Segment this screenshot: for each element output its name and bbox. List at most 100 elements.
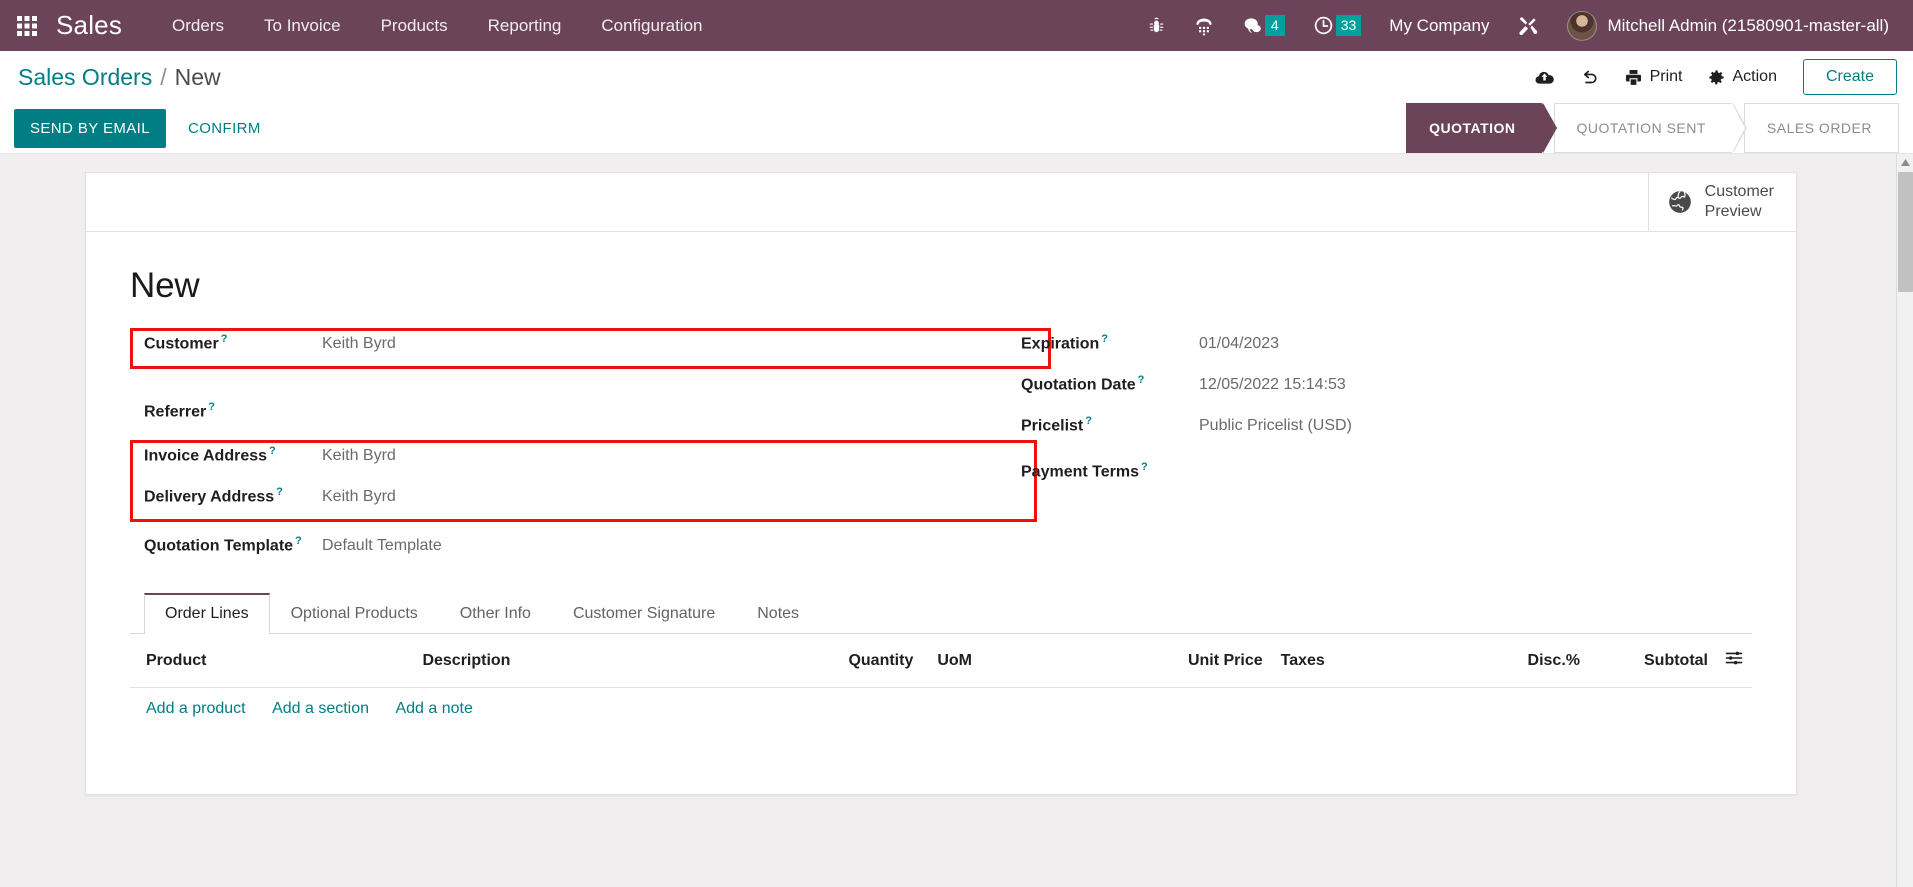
field-invoice-address[interactable]: Invoice Address? Keith Byrd [130, 440, 941, 481]
control-panel-bottom: SEND BY EMAIL CONFIRM QUOTATION QUOTATIO… [0, 103, 1913, 153]
action-label: Action [1732, 68, 1777, 85]
status-pipeline: QUOTATION QUOTATION SENT SALES ORDER [1406, 103, 1899, 153]
status-step-quotation-sent[interactable]: QUOTATION SENT [1553, 103, 1748, 153]
order-lines-table: Product Description Quantity UoM Unit Pr… [130, 634, 1752, 730]
field-label-invoice-address: Invoice Address? [144, 445, 276, 465]
field-quotation-date[interactable]: Quotation Date? 12/05/2022 15:14:53 [1007, 369, 1752, 410]
field-value-quotation-date[interactable]: 12/05/2022 15:14:53 [1197, 376, 1752, 396]
add-line-row: Add a product Add a section Add a note [130, 688, 1752, 731]
apps-grid-icon[interactable] [10, 9, 44, 43]
breadcrumb-current: New [174, 63, 221, 90]
scroll-up-arrow[interactable] [1897, 154, 1913, 171]
field-value-referrer[interactable] [320, 396, 941, 416]
field-delivery-address[interactable]: Delivery Address? Keith Byrd [130, 481, 941, 522]
help-tooltip-icon[interactable]: ? [221, 333, 228, 345]
send-by-email-button[interactable]: SEND BY EMAIL [14, 108, 166, 148]
tab-customer-signature[interactable]: Customer Signature [552, 593, 736, 634]
status-step-sales-order[interactable]: SALES ORDER [1743, 103, 1899, 153]
customer-preview-button[interactable]: Customer Preview [1647, 173, 1796, 231]
form-content-area: Customer Preview New Customer? Keith Byr… [0, 154, 1913, 887]
address-fields-group: Invoice Address? Keith Byrd Delivery Add… [130, 440, 1037, 522]
form-group-left: Customer? Keith Byrd Referrer? Invoice A… [130, 328, 1051, 571]
add-a-note-link[interactable]: Add a note [395, 700, 472, 717]
top-navbar: Sales Orders To Invoice Products Reporti… [0, 0, 1913, 51]
field-value-expiration[interactable]: 01/04/2023 [1197, 335, 1752, 355]
field-label-pricelist: Pricelist? [1021, 415, 1092, 435]
optional-columns-dropdown[interactable] [1716, 634, 1752, 688]
notebook-tabs: Order Lines Optional Products Other Info… [130, 593, 1752, 634]
help-tooltip-icon[interactable]: ? [295, 535, 302, 547]
field-value-payment-terms[interactable] [1197, 456, 1752, 476]
field-label-quotation-date: Quotation Date? [1021, 374, 1145, 394]
discard-changes-button[interactable] [1567, 61, 1612, 94]
add-a-section-link[interactable]: Add a section [272, 700, 369, 717]
activities-menu[interactable]: 33 [1299, 0, 1376, 51]
help-tooltip-icon[interactable]: ? [208, 401, 215, 413]
field-label-payment-terms: Payment Terms? [1021, 460, 1148, 480]
tab-optional-products[interactable]: Optional Products [270, 593, 439, 634]
tools-icon[interactable] [1503, 0, 1553, 51]
confirm-button[interactable]: CONFIRM [174, 109, 275, 148]
messages-menu[interactable]: 4 [1228, 0, 1299, 51]
save-record-button[interactable] [1522, 61, 1567, 94]
create-button[interactable]: Create [1802, 59, 1897, 95]
action-menu[interactable]: Action [1695, 62, 1789, 93]
tab-other-info[interactable]: Other Info [439, 593, 552, 634]
menu-item-to-invoice[interactable]: To Invoice [244, 0, 361, 51]
page-scrollbar[interactable] [1896, 154, 1913, 887]
help-tooltip-icon[interactable]: ? [1085, 415, 1092, 427]
menu-item-products[interactable]: Products [361, 0, 468, 51]
control-panel: Sales Orders / New Print Action Create S… [0, 51, 1913, 154]
user-menu[interactable]: Mitchell Admin (21580901-master-all) [1553, 10, 1899, 41]
help-tooltip-icon[interactable]: ? [276, 486, 283, 498]
field-pricelist[interactable]: Pricelist? Public Pricelist (USD) [1007, 410, 1752, 451]
app-brand-sales[interactable]: Sales [56, 10, 122, 41]
field-quotation-template[interactable]: Quotation Template? Default Template [130, 530, 941, 571]
field-label-delivery-address: Delivery Address? [144, 486, 283, 506]
breadcrumb: Sales Orders / New [18, 64, 221, 91]
user-name-label: Mitchell Admin (21580901-master-all) [1607, 15, 1889, 35]
status-step-quotation[interactable]: QUOTATION [1406, 103, 1558, 153]
avatar [1567, 10, 1598, 41]
page-title: New [130, 266, 200, 305]
globe-icon [1668, 190, 1691, 213]
chat-bubble-icon [1244, 18, 1261, 34]
help-tooltip-icon[interactable]: ? [1138, 374, 1145, 386]
help-tooltip-icon[interactable]: ? [1101, 333, 1108, 345]
field-value-pricelist[interactable]: Public Pricelist (USD) [1197, 417, 1752, 437]
company-switcher[interactable]: My Company [1375, 16, 1503, 36]
menu-item-orders[interactable]: Orders [152, 0, 244, 51]
field-payment-terms[interactable]: Payment Terms? [1007, 451, 1752, 492]
menu-item-configuration[interactable]: Configuration [581, 0, 722, 51]
notebook: Order Lines Optional Products Other Info… [130, 593, 1752, 772]
stat-button-box: Customer Preview [86, 173, 1796, 232]
add-a-product-link[interactable]: Add a product [146, 700, 246, 717]
field-value-quotation-template[interactable]: Default Template [320, 537, 941, 557]
sheet-footer-spacer [130, 730, 1752, 772]
scrollbar-thumb[interactable] [1898, 172, 1913, 292]
help-tooltip-icon[interactable]: ? [1141, 461, 1148, 473]
field-label-customer: Customer? [144, 333, 228, 353]
tab-notes[interactable]: Notes [736, 593, 820, 634]
clock-icon [1314, 16, 1332, 35]
field-value-delivery-address[interactable]: Keith Byrd [320, 488, 941, 508]
messages-counter: 4 [1264, 15, 1285, 36]
undo-icon [1583, 70, 1597, 83]
tab-order-lines[interactable]: Order Lines [144, 593, 270, 634]
sliders-icon [1725, 651, 1743, 665]
menu-item-reporting[interactable]: Reporting [468, 0, 582, 51]
print-menu[interactable]: Print [1612, 62, 1695, 93]
dialpad-icon[interactable] [1180, 0, 1228, 51]
field-expiration[interactable]: Expiration? 01/04/2023 [1007, 328, 1752, 369]
column-header-product: Product [130, 634, 415, 688]
bug-icon[interactable] [1133, 0, 1180, 51]
customer-preview-label-line1: Customer [1704, 183, 1774, 200]
cloud-upload-icon [1535, 71, 1554, 84]
field-value-invoice-address[interactable]: Keith Byrd [320, 447, 941, 467]
field-label-expiration: Expiration? [1021, 333, 1108, 353]
help-tooltip-icon[interactable]: ? [269, 445, 276, 457]
field-value-customer[interactable]: Keith Byrd [320, 335, 941, 355]
field-customer[interactable]: Customer? Keith Byrd [130, 328, 1051, 369]
field-referrer[interactable]: Referrer? [130, 391, 941, 432]
breadcrumb-sales-orders[interactable]: Sales Orders [18, 64, 152, 91]
